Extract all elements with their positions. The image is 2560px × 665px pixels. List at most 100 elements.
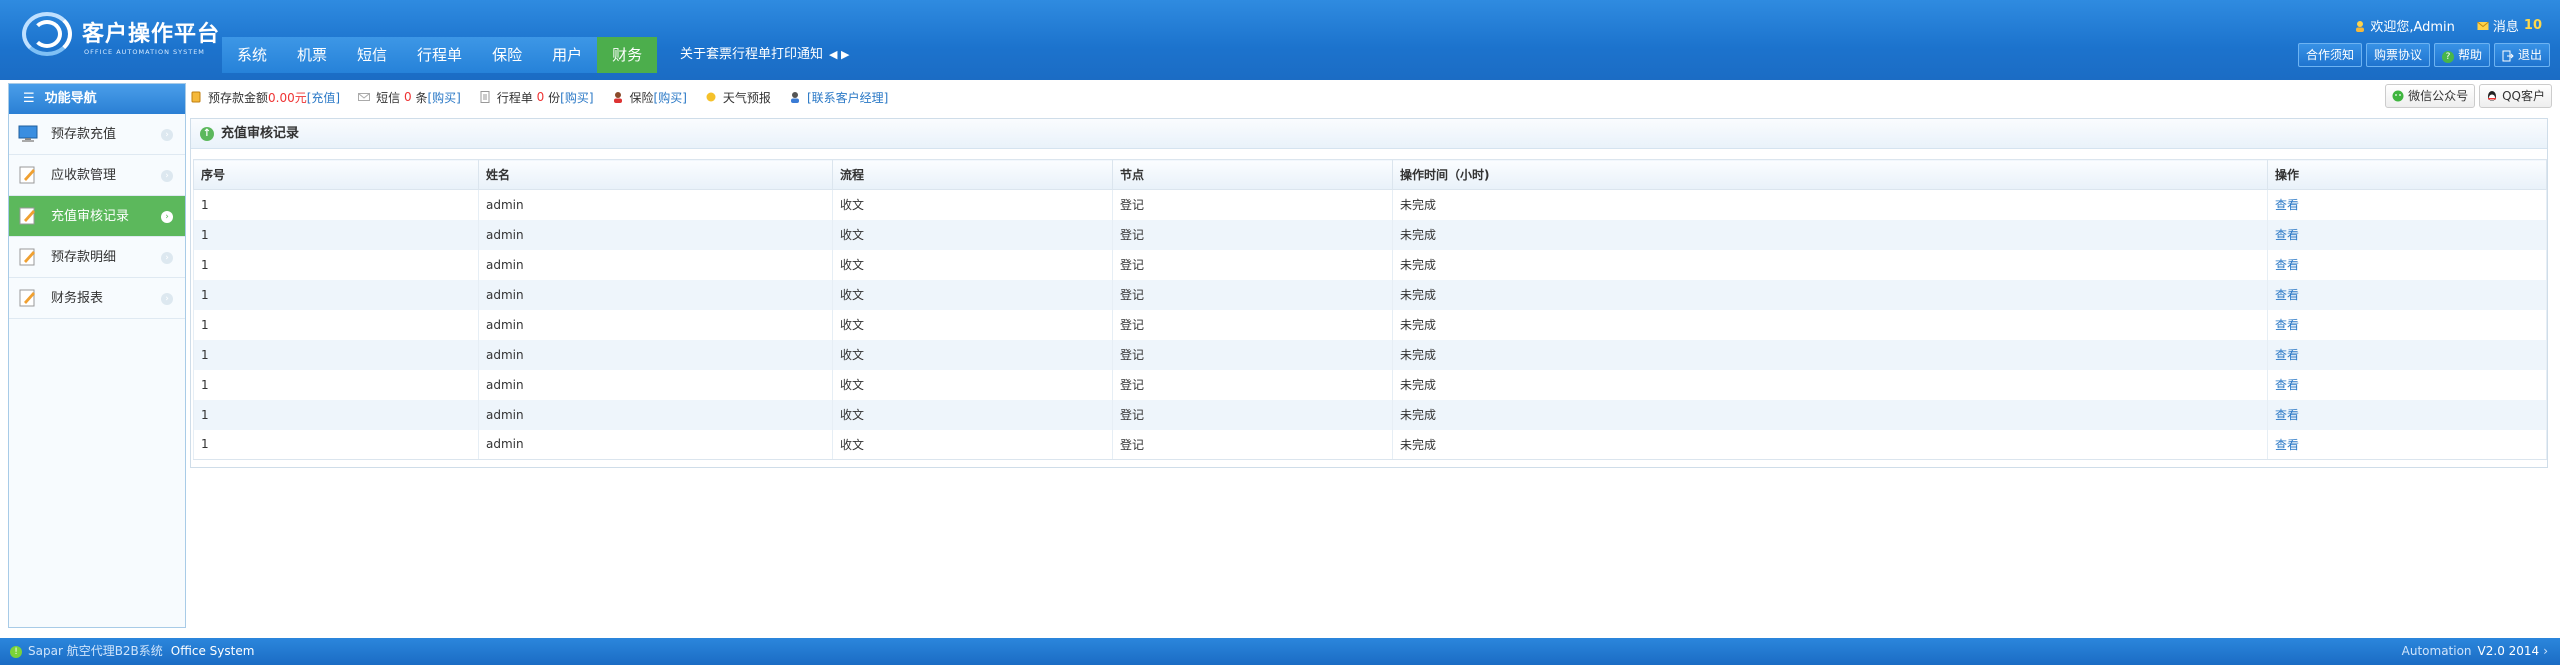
sidebar-item-receivables[interactable]: 应收款管理 › [9, 155, 185, 196]
nav-item-finance[interactable]: 财务 [597, 37, 658, 73]
row-name: admin [478, 249, 833, 280]
recharge-link[interactable]: [充值] [307, 89, 340, 106]
table-header-row: 序号 姓名 流程 节点 操作时间（小时) 操作 [193, 159, 2547, 190]
wechat-label: 微信公众号 [2408, 89, 2469, 103]
view-link[interactable]: 查看 [2275, 258, 2299, 272]
row-operation-time: 未完成 [1392, 339, 2268, 370]
sidebar-item-deposit-recharge[interactable]: 预存款充值 › [9, 114, 185, 155]
qq-button[interactable]: QQ客户 [2479, 84, 2552, 108]
column-header: 操作时间（小时) [1392, 159, 2268, 190]
row-operation-time: 未完成 [1392, 369, 2268, 400]
row-node: 登记 [1112, 249, 1393, 280]
row-process: 收文 [832, 249, 1113, 280]
row-name: admin [478, 189, 833, 220]
header-bar: 客户操作平台 OFFICE AUTOMATION SYSTEM 系统 机票 短信… [0, 0, 2560, 80]
row-operation-time: 未完成 [1392, 429, 2268, 460]
sidebar-item-deposit-details[interactable]: 预存款明细 › [9, 237, 185, 278]
row-action: 查看 [2267, 309, 2547, 340]
app-subtitle: OFFICE AUTOMATION SYSTEM [84, 48, 205, 56]
messages-link[interactable]: 消息 [2493, 16, 2519, 35]
chevron-right-icon: › [161, 293, 173, 305]
app-root: 客户操作平台 OFFICE AUTOMATION SYSTEM 系统 机票 短信… [0, 0, 2560, 665]
sun-icon [706, 92, 716, 102]
qq-icon [2488, 91, 2497, 101]
contact-manager-link[interactable]: [联系客户经理] [807, 89, 888, 106]
itinerary-label: 行程单 [496, 90, 533, 105]
chevron-right-icon: › [161, 170, 173, 182]
buy-itinerary-link[interactable]: [购买] [560, 89, 593, 106]
row-node: 登记 [1112, 399, 1393, 430]
view-link[interactable]: 查看 [2275, 438, 2299, 452]
logout-icon [2502, 50, 2514, 61]
user-area: 欢迎您,Admin 消息 10 [2354, 16, 2542, 35]
weather-link[interactable]: 天气预报 [723, 89, 771, 106]
ticket-agreement-button[interactable]: 购票协议 [2365, 43, 2430, 67]
column-header: 流程 [832, 159, 1113, 190]
sms-label: 短信 [376, 90, 401, 105]
nav-item-insurance[interactable]: 保险 [477, 37, 538, 73]
view-link[interactable]: 查看 [2275, 288, 2299, 302]
nav-item-system[interactable]: 系统 [222, 37, 283, 73]
table-row: 1 admin 收文 登记 未完成 查看 [193, 279, 2547, 310]
view-link[interactable]: 查看 [2275, 408, 2299, 422]
nav-item-itinerary[interactable]: 行程单 [402, 37, 478, 73]
list-icon: ☰ [23, 91, 35, 106]
nav-item-sms[interactable]: 短信 [342, 37, 403, 73]
row-process: 收文 [832, 219, 1113, 250]
panel-title: 充值审核记录 [221, 126, 300, 141]
notice-ticker[interactable]: 关于套票行程单打印通知 [680, 37, 823, 73]
table-row: 1 admin 收文 登记 未完成 查看 [193, 429, 2547, 460]
view-link[interactable]: 查看 [2275, 228, 2299, 242]
app-title: 客户操作平台 [82, 22, 221, 47]
chevron-right-icon: › [161, 252, 173, 264]
insurance-label: 保险 [629, 90, 654, 105]
help-button[interactable]: ? 帮助 [2433, 43, 2490, 67]
top-buttons: 合作须知 购票协议 ? 帮助 退出 [2297, 43, 2550, 67]
coins-icon [191, 91, 201, 103]
sidebar-item-label: 预存款充值 [51, 127, 117, 142]
edit-icon [19, 207, 35, 225]
row-name: admin [478, 309, 833, 340]
buy-sms-link[interactable]: [购买] [427, 89, 460, 106]
notice-arrows-icon[interactable]: ◀ ▶ [829, 37, 849, 73]
row-node: 登记 [1112, 369, 1393, 400]
row-action: 查看 [2267, 249, 2547, 280]
info-bar: 预存款金额 0.00元 [充值] 短信 0 条 [购买] 行程单 0 份 [购买… [190, 85, 2556, 109]
row-process: 收文 [832, 369, 1113, 400]
row-action: 查看 [2267, 399, 2547, 430]
sidebar-item-recharge-audit[interactable]: 充值审核记录 › [9, 196, 185, 237]
row-index: 1 [193, 189, 479, 220]
edit-icon [19, 166, 35, 184]
wechat-button[interactable]: 微信公众号 [2385, 84, 2476, 108]
buy-insurance-link[interactable]: [购买] [654, 89, 687, 106]
row-index: 1 [193, 339, 479, 370]
row-action: 查看 [2267, 219, 2547, 250]
row-index: 1 [193, 219, 479, 250]
view-link[interactable]: 查看 [2275, 318, 2299, 332]
view-link[interactable]: 查看 [2275, 378, 2299, 392]
logout-button[interactable]: 退出 [2493, 43, 2550, 67]
sidebar-item-financial-report[interactable]: 财务报表 › [9, 278, 185, 319]
user-icon [2356, 20, 2365, 32]
nav-item-users[interactable]: 用户 [537, 37, 598, 73]
row-action: 查看 [2267, 189, 2547, 220]
deposit-amount: 0.00元 [268, 90, 307, 105]
row-node: 登记 [1112, 189, 1393, 220]
sms-info: 短信 0 条 [购买] [358, 89, 461, 106]
view-link[interactable]: 查看 [2275, 348, 2299, 362]
view-link[interactable]: 查看 [2275, 198, 2299, 212]
nav-item-flights[interactable]: 机票 [282, 37, 343, 73]
table-row: 1 admin 收文 登记 未完成 查看 [193, 189, 2547, 220]
help-icon: ? [2441, 51, 2454, 63]
deposit-label: 预存款金额 [208, 90, 269, 105]
footer-version: V2.0 2014 [2477, 644, 2540, 658]
top-nav: 系统 机票 短信 行程单 保险 用户 财务 [222, 37, 658, 73]
row-node: 登记 [1112, 309, 1393, 340]
row-process: 收文 [832, 339, 1113, 370]
cooperation-notice-button[interactable]: 合作须知 [2297, 43, 2362, 67]
footer-automation: Automation [2401, 644, 2472, 658]
row-operation-time: 未完成 [1392, 309, 2268, 340]
row-operation-time: 未完成 [1392, 249, 2268, 280]
row-node: 登记 [1112, 279, 1393, 310]
welcome-text[interactable]: 欢迎您,Admin [2370, 16, 2455, 35]
